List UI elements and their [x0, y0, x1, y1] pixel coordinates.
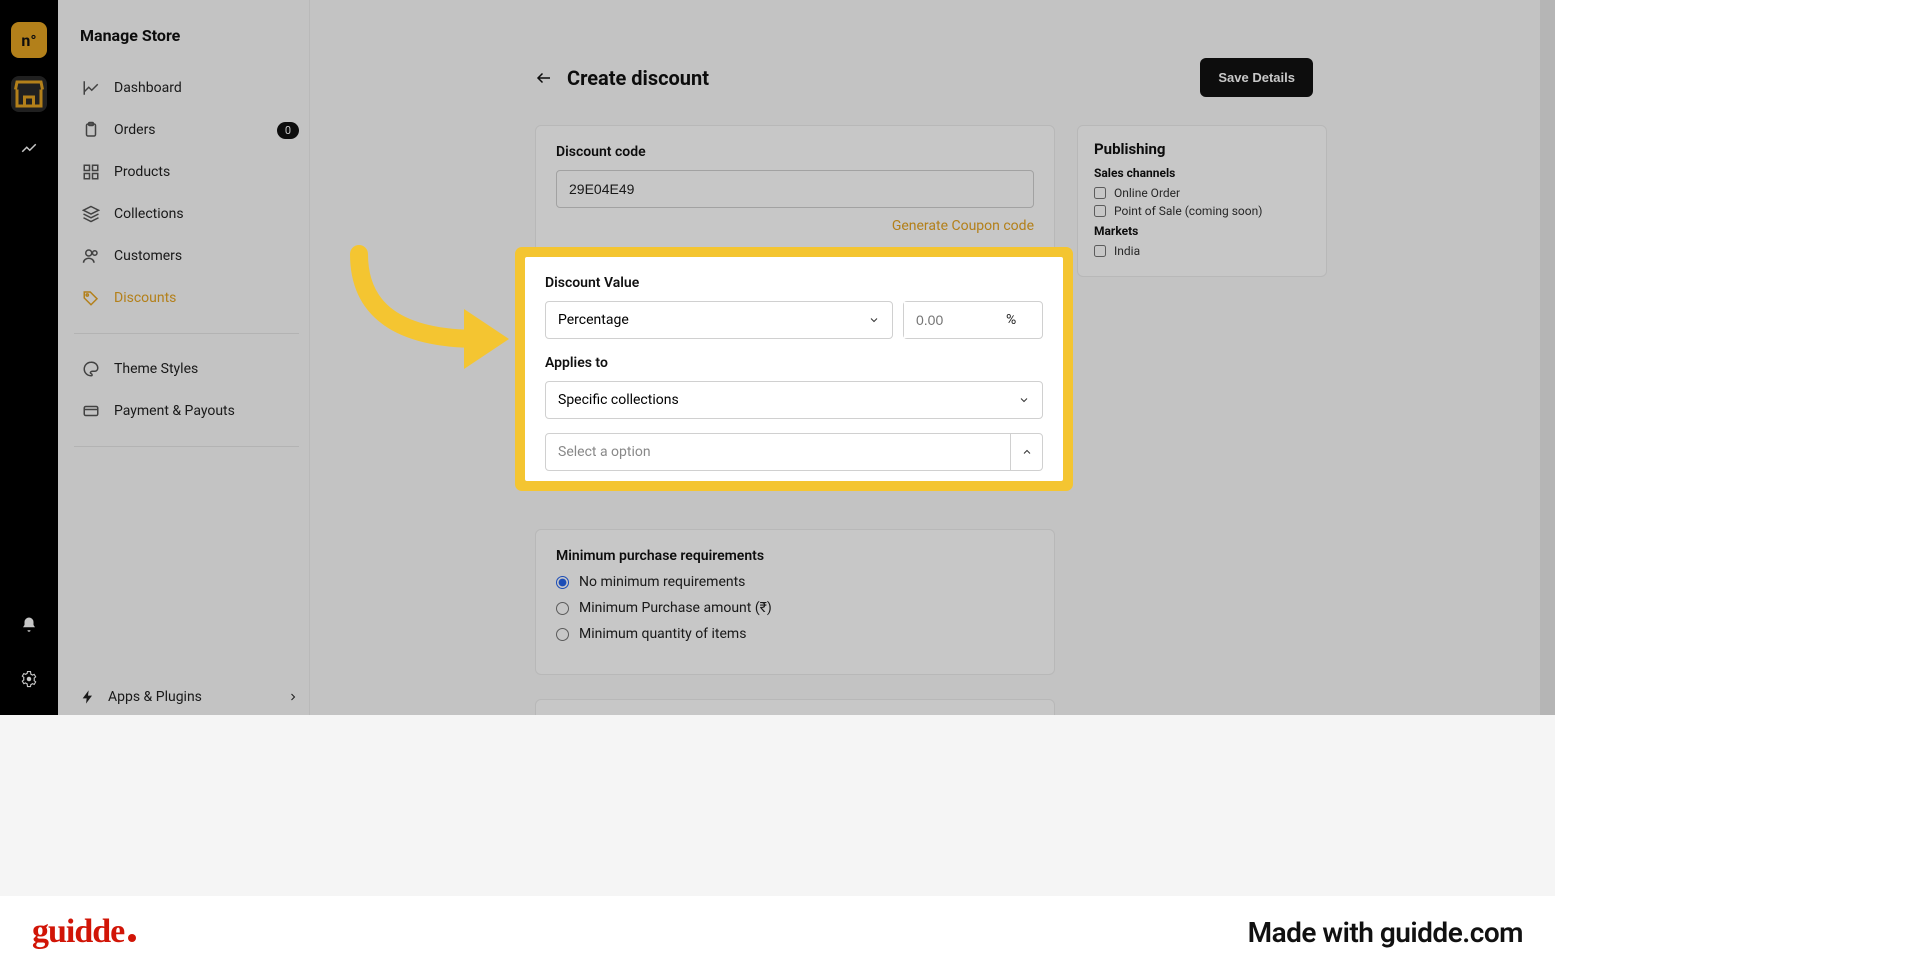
- channel-online[interactable]: Online Order: [1094, 186, 1310, 200]
- users-icon: [80, 245, 102, 267]
- blank-gutter: [1555, 0, 1920, 968]
- chevron-down-icon: [868, 314, 880, 326]
- generate-code-link[interactable]: Generate Coupon code: [556, 218, 1034, 234]
- sidebar-item-label: Discounts: [114, 290, 176, 306]
- page-title: Create discount: [567, 66, 709, 90]
- min-purchase-card: Minimum purchase requirements No minimum…: [535, 529, 1055, 675]
- sidebar-item-customers[interactable]: Customers: [80, 235, 299, 277]
- sidebar-item-label: Apps & Plugins: [108, 689, 202, 705]
- sidebar-item-dashboard[interactable]: Dashboard: [80, 67, 299, 109]
- discount-value-input-wrap: %: [903, 301, 1043, 339]
- option-combobox[interactable]: Select a option: [545, 433, 1043, 471]
- discount-code-label: Discount code: [556, 144, 1034, 160]
- radio-label: Minimum Purchase amount (₹): [579, 600, 772, 616]
- sidebar-item-apps[interactable]: Apps & Plugins: [80, 689, 299, 705]
- sidebar-item-label: Customers: [114, 248, 182, 264]
- guidde-logo: guidde: [32, 913, 136, 951]
- palette-icon: [80, 358, 102, 380]
- sidebar-item-label: Collections: [114, 206, 184, 222]
- combobox-placeholder: Select a option: [546, 434, 1010, 470]
- sidebar-title: Manage Store: [80, 26, 299, 45]
- chevron-right-icon: [287, 691, 299, 703]
- sidebar: Manage Store Dashboard Orders 0 Products: [58, 0, 310, 715]
- sidebar-item-orders[interactable]: Orders 0: [80, 109, 299, 151]
- radio-min-amount[interactable]: Minimum Purchase amount (₹): [556, 600, 1034, 616]
- markets-label: Markets: [1094, 224, 1310, 238]
- left-rail: n°: [0, 0, 58, 715]
- store-icon[interactable]: [11, 76, 47, 112]
- market-india[interactable]: India: [1094, 244, 1310, 258]
- unit-label: %: [994, 312, 1028, 328]
- radio-no-min[interactable]: No minimum requirements: [556, 574, 1034, 590]
- checkbox-input[interactable]: [1094, 205, 1106, 217]
- radio-label: Minimum quantity of items: [579, 626, 746, 642]
- min-purchase-title: Minimum purchase requirements: [556, 548, 1034, 564]
- layers-icon: [80, 203, 102, 225]
- discount-value-card: Discount Value Percentage % Applies to S…: [525, 257, 1063, 481]
- sidebar-item-payment[interactable]: Payment & Payouts: [80, 390, 299, 432]
- publishing-card: Publishing Sales channels Online Order P…: [1077, 125, 1327, 277]
- sidebar-item-products[interactable]: Products: [80, 151, 299, 193]
- sales-channels-label: Sales channels: [1094, 166, 1310, 180]
- arrow-left-icon[interactable]: [535, 69, 553, 87]
- select-value: Percentage: [558, 312, 629, 328]
- sidebar-item-label: Theme Styles: [114, 361, 198, 377]
- card-icon: [80, 400, 102, 422]
- checkbox-label: Point of Sale (coming soon): [1114, 204, 1262, 218]
- sidebar-item-discounts[interactable]: Discounts: [80, 277, 299, 319]
- sidebar-item-theme[interactable]: Theme Styles: [80, 348, 299, 390]
- radio-input[interactable]: [556, 628, 569, 641]
- sidebar-item-label: Orders: [114, 122, 156, 138]
- bolt-icon: [80, 689, 96, 705]
- chart-line-icon: [80, 77, 102, 99]
- radio-input[interactable]: [556, 602, 569, 615]
- divider: [74, 446, 299, 447]
- channel-pos[interactable]: Point of Sale (coming soon): [1094, 204, 1310, 218]
- checkbox-label: India: [1114, 244, 1140, 258]
- next-card-peek: [535, 699, 1055, 715]
- applies-to-label: Applies to: [545, 355, 1043, 371]
- checkbox-input[interactable]: [1094, 187, 1106, 199]
- sidebar-item-label: Products: [114, 164, 170, 180]
- clipboard-icon: [80, 119, 102, 141]
- bell-icon[interactable]: [11, 607, 47, 643]
- gear-icon[interactable]: [11, 661, 47, 697]
- grid-icon: [80, 161, 102, 183]
- scrollbar[interactable]: [1540, 0, 1555, 715]
- guidde-footer: guidde Made with guidde.com: [0, 896, 1555, 968]
- brand-logo-icon[interactable]: n°: [11, 22, 47, 58]
- analytics-icon[interactable]: [11, 130, 47, 166]
- checkbox-label: Online Order: [1114, 186, 1180, 200]
- orders-badge: 0: [277, 122, 299, 139]
- chevron-up-icon[interactable]: [1010, 434, 1042, 470]
- save-button[interactable]: Save Details: [1200, 58, 1313, 97]
- chevron-down-icon: [1018, 394, 1030, 406]
- radio-input[interactable]: [556, 576, 569, 589]
- publishing-title: Publishing: [1094, 140, 1310, 158]
- radio-min-qty[interactable]: Minimum quantity of items: [556, 626, 1034, 642]
- sidebar-item-label: Payment & Payouts: [114, 403, 235, 419]
- footer-text: Made with guidde.com: [1248, 916, 1523, 949]
- discount-type-select[interactable]: Percentage: [545, 301, 893, 339]
- tag-icon: [80, 287, 102, 309]
- select-value: Specific collections: [558, 392, 679, 408]
- discount-code-card: Discount code Generate Coupon code: [535, 125, 1055, 257]
- discount-value-input[interactable]: [904, 302, 994, 338]
- checkbox-input[interactable]: [1094, 245, 1106, 257]
- discount-code-input[interactable]: [556, 170, 1034, 208]
- radio-label: No minimum requirements: [579, 574, 745, 590]
- divider: [74, 333, 299, 334]
- applies-to-select[interactable]: Specific collections: [545, 381, 1043, 419]
- discount-value-title: Discount Value: [545, 275, 1043, 291]
- sidebar-item-collections[interactable]: Collections: [80, 193, 299, 235]
- sidebar-item-label: Dashboard: [114, 80, 182, 96]
